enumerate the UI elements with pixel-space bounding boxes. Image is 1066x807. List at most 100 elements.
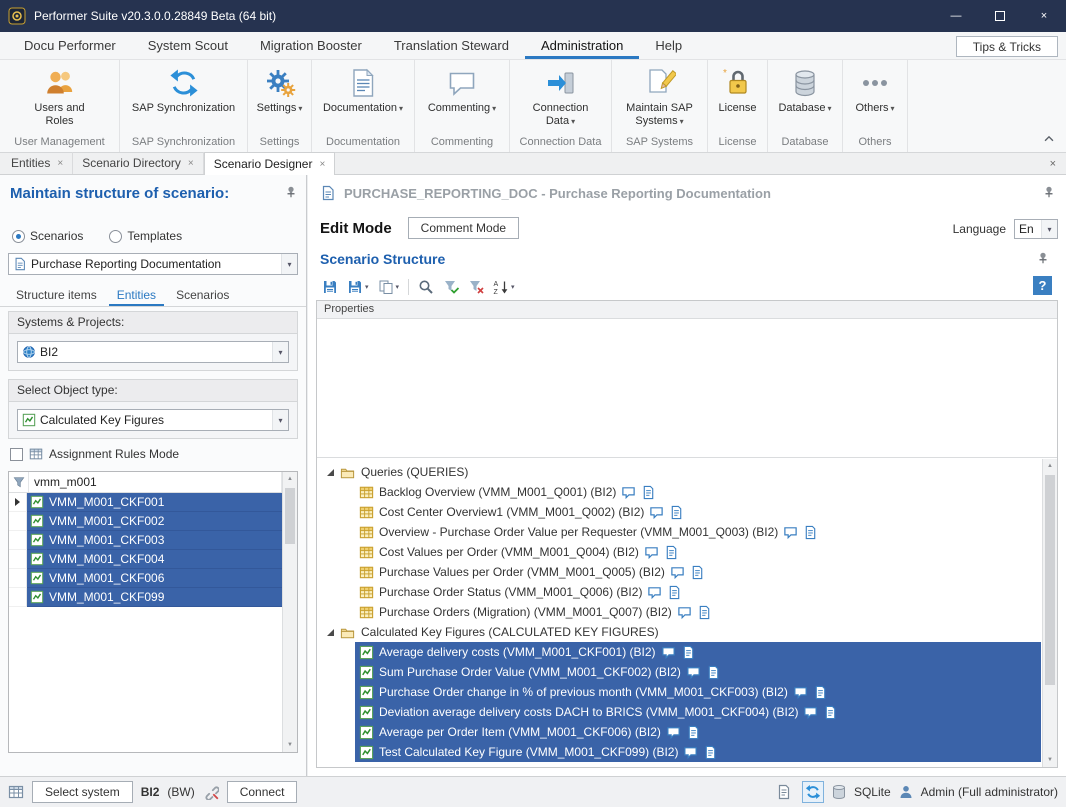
grid-row[interactable]: VMM_M001_CKF004 [9, 550, 282, 569]
comment-icon[interactable] [666, 725, 681, 740]
properties-section[interactable]: Properties [317, 301, 1057, 319]
comment-icon[interactable] [783, 525, 798, 540]
pin-icon[interactable] [1042, 185, 1056, 199]
chevron-down-icon[interactable]: ▾ [281, 254, 297, 274]
tab-scenario-directory[interactable]: Scenario Directory× [73, 152, 204, 174]
tab-entities-pane[interactable]: Entities [109, 283, 164, 306]
tree-item-ckf[interactable]: Average per Order Item (VMM_M001_CKF006)… [317, 722, 1041, 742]
scroll-up-icon[interactable]: ▲ [1043, 459, 1057, 473]
comment-icon[interactable] [661, 645, 676, 660]
pin-icon[interactable] [1036, 251, 1050, 265]
tree-group-queries[interactable]: Queries (QUERIES) [317, 462, 1041, 482]
close-icon[interactable]: × [188, 158, 194, 169]
scroll-track[interactable] [1043, 473, 1057, 753]
document-icon[interactable] [664, 545, 679, 560]
others-button[interactable]: Others▾ [843, 60, 907, 134]
ribbon-collapse-button[interactable] [1040, 131, 1058, 147]
save-options-button[interactable]: ▾ [343, 276, 373, 298]
document-icon[interactable] [681, 645, 696, 660]
close-icon[interactable]: × [1050, 158, 1056, 170]
document-icon[interactable] [686, 725, 701, 740]
chevron-down-icon[interactable]: ▾ [1041, 220, 1057, 238]
tree-item-ckf[interactable]: Sum Purchase Order Value (VMM_M001_CKF00… [317, 662, 1041, 682]
chevron-down-icon[interactable]: ▾ [272, 342, 288, 362]
copy-button[interactable]: ▾ [374, 276, 404, 298]
zoom-button[interactable] [414, 276, 438, 298]
comment-icon[interactable] [647, 585, 662, 600]
comment-mode-button[interactable]: Comment Mode [408, 217, 519, 239]
scroll-thumb[interactable] [1045, 475, 1055, 685]
document-icon[interactable] [669, 505, 684, 520]
save-button[interactable] [318, 276, 342, 298]
scroll-up-icon[interactable]: ▲ [283, 472, 297, 486]
tab-scenario-designer[interactable]: Scenario Designer× [204, 152, 336, 175]
radio-templates[interactable]: Templates [109, 229, 182, 243]
tab-structure-items[interactable]: Structure items [8, 283, 105, 306]
tree-group-calculated-key-figures[interactable]: Calculated Key Figures (CALCULATED KEY F… [317, 622, 1041, 642]
comment-icon[interactable] [677, 605, 692, 620]
scroll-track[interactable] [283, 486, 297, 738]
document-icon[interactable] [697, 605, 712, 620]
assignment-rules-checkbox[interactable]: Assignment Rules Mode [10, 447, 179, 461]
close-icon[interactable]: × [319, 159, 325, 170]
tree-item-query[interactable]: Backlog Overview (VMM_M001_Q001) (BI2) [317, 482, 1041, 502]
collapse-icon[interactable] [327, 469, 334, 476]
document-icon[interactable] [667, 585, 682, 600]
license-button[interactable]: License [708, 60, 767, 134]
grid-icon[interactable] [8, 784, 24, 800]
tree-item-query[interactable]: Overview - Purchase Order Value per Requ… [317, 522, 1041, 542]
grid-row[interactable]: VMM_M001_CKF001 [9, 493, 282, 512]
tips-tricks-button[interactable]: Tips & Tricks [956, 36, 1058, 57]
commenting-button[interactable]: Commenting▾ [415, 60, 509, 134]
scroll-thumb[interactable] [285, 488, 295, 544]
radio-scenarios[interactable]: Scenarios [12, 229, 83, 243]
comment-icon[interactable] [670, 565, 685, 580]
menu-administration[interactable]: Administration [525, 32, 639, 59]
menu-docu-performer[interactable]: Docu Performer [8, 32, 132, 59]
menu-system-scout[interactable]: System Scout [132, 32, 244, 59]
sap-synchronization-button[interactable]: SAP Synchronization [120, 60, 247, 134]
maintain-sap-systems-button[interactable]: Maintain SAP Systems▾ [612, 60, 707, 134]
chevron-down-icon[interactable]: ▾ [272, 410, 288, 430]
filter-button[interactable] [439, 276, 463, 298]
menu-help[interactable]: Help [639, 32, 698, 59]
database-button[interactable]: Database▾ [768, 60, 842, 134]
documentation-button[interactable]: Documentation▾ [312, 60, 414, 134]
connect-button[interactable]: Connect [227, 781, 298, 803]
grid-row[interactable]: VMM_M001_CKF002 [9, 512, 282, 531]
close-button[interactable]: × [1022, 0, 1066, 32]
export-button[interactable] [773, 781, 795, 803]
settings-button[interactable]: Settings▾ [248, 60, 311, 134]
clear-filter-button[interactable] [464, 276, 488, 298]
document-icon[interactable] [813, 685, 828, 700]
comment-icon[interactable] [649, 505, 664, 520]
pin-icon[interactable] [284, 185, 298, 199]
scroll-down-icon[interactable]: ▼ [1043, 753, 1057, 767]
language-select[interactable]: En ▾ [1014, 219, 1058, 239]
comment-icon[interactable] [803, 705, 818, 720]
grid-scrollbar[interactable]: ▲ ▼ [282, 472, 297, 752]
object-type-select[interactable]: Calculated Key Figures ▾ [17, 409, 289, 431]
document-icon[interactable] [703, 745, 718, 760]
tree-item-query[interactable]: Purchase Order Status (VMM_M001_Q006) (B… [317, 582, 1041, 602]
comment-icon[interactable] [644, 545, 659, 560]
tab-scenarios[interactable]: Scenarios [168, 283, 237, 306]
connection-data-button[interactable]: Connection Data▾ [510, 60, 611, 134]
scenario-select[interactable]: Purchase Reporting Documentation ▾ [8, 253, 298, 275]
filter-icon[interactable] [9, 472, 29, 492]
maximize-button[interactable] [978, 0, 1022, 32]
tree-item-ckf[interactable]: Average delivery costs (VMM_M001_CKF001)… [317, 642, 1041, 662]
collapse-icon[interactable] [327, 629, 334, 636]
grid-row[interactable]: VMM_M001_CKF099 [9, 588, 282, 607]
comment-icon[interactable] [686, 665, 701, 680]
comment-icon[interactable] [621, 485, 636, 500]
grid-row[interactable]: VMM_M001_CKF006 [9, 569, 282, 588]
sort-button[interactable]: ▾ [489, 276, 519, 298]
menu-migration-booster[interactable]: Migration Booster [244, 32, 378, 59]
checkbox[interactable] [10, 448, 23, 461]
tab-entities[interactable]: Entities× [2, 152, 73, 174]
minimize-button[interactable]: — [934, 0, 978, 32]
comment-icon[interactable] [793, 685, 808, 700]
document-icon[interactable] [690, 565, 705, 580]
document-icon[interactable] [803, 525, 818, 540]
